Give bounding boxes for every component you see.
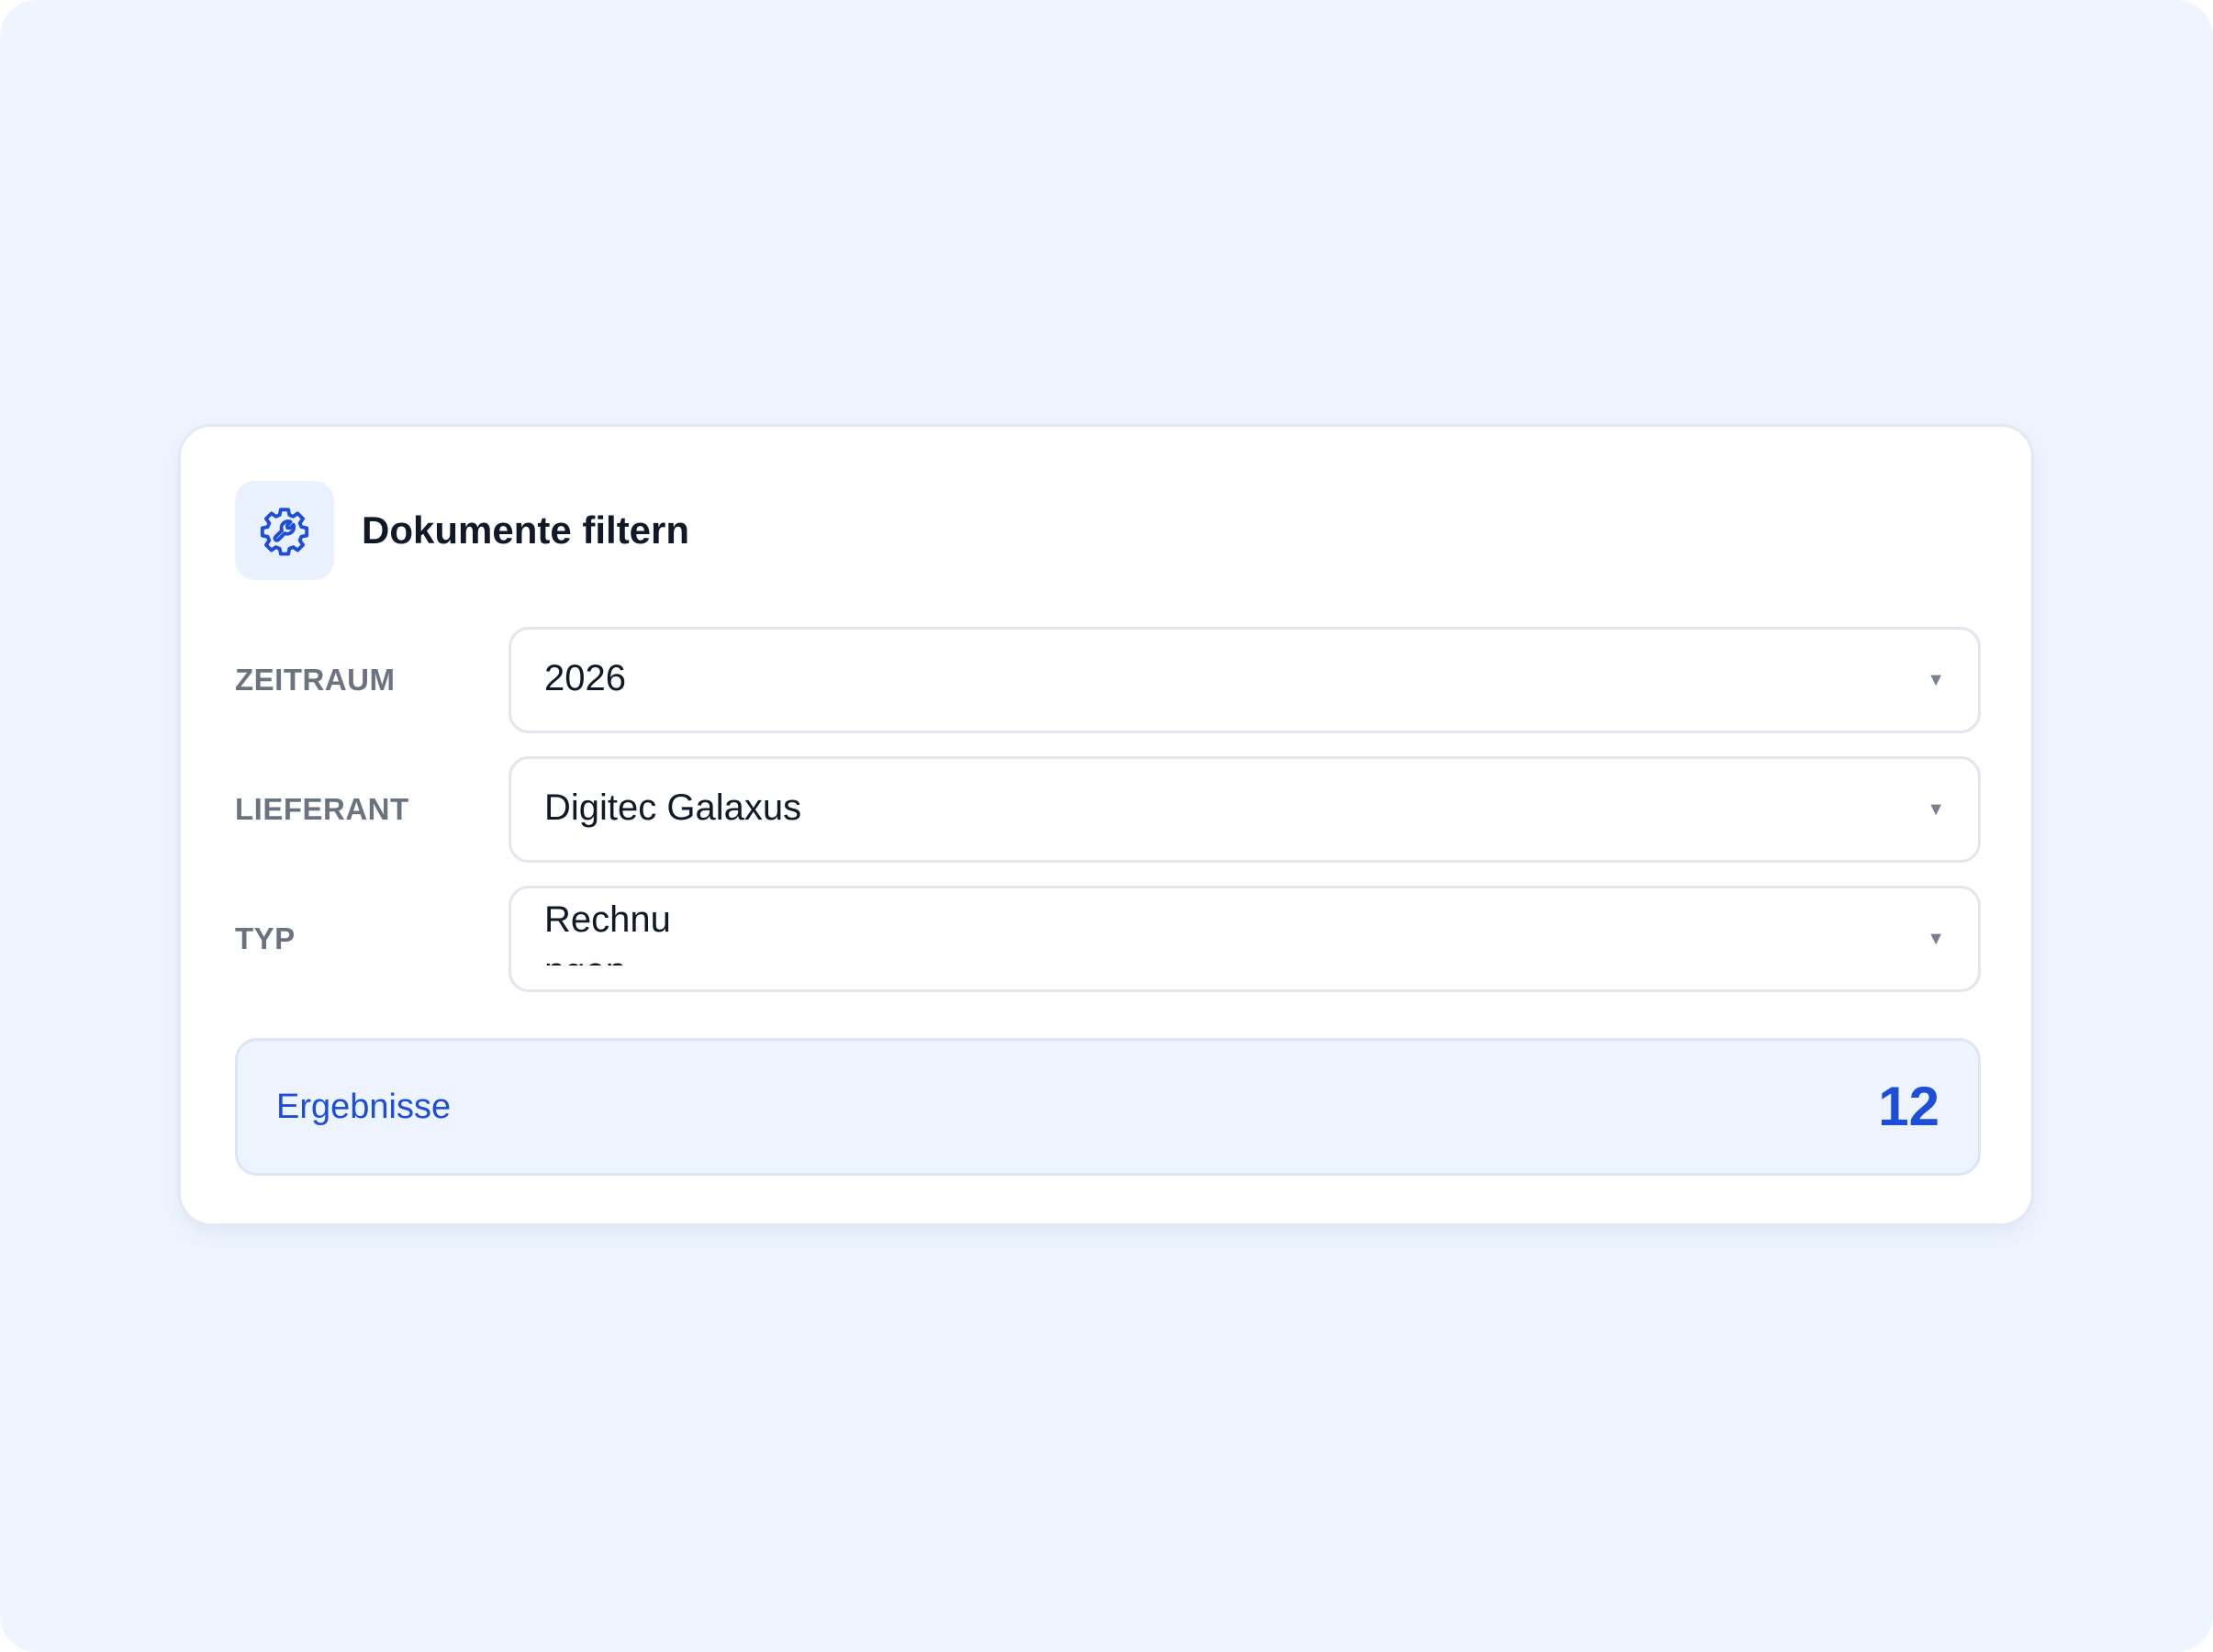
typ-value: Rechnungen [544,899,671,966]
chevron-down-icon: ▼ [1927,799,1945,820]
zeitraum-label: ZEITRAUM [235,663,396,697]
results-label: Ergebnisse [276,1088,452,1126]
lieferant-label: LIEFERANT [235,792,409,826]
filter-panel: Dokumente filtern ZEITRAUM 2026 ▼ LIEFER… [178,424,2034,1226]
filter-row-zeitraum: ZEITRAUM 2026 ▼ [235,627,1981,733]
app-background: Dokumente filtern ZEITRAUM 2026 ▼ LIEFER… [0,0,2213,1652]
typ-select[interactable]: Rechnungen ▼ [509,886,1981,992]
results-summary: Ergebnisse 12 [235,1038,1981,1176]
zeitraum-select[interactable]: 2026 ▼ [509,627,1981,733]
panel-header: Dokumente filtern [235,481,689,580]
lieferant-select[interactable]: Digitec Galaxus ▼ [509,756,1981,863]
chevron-down-icon: ▼ [1927,670,1945,690]
typ-label: TYP [235,921,296,955]
settings-gear-icon [235,481,334,580]
zeitraum-value: 2026 [544,658,626,698]
lieferant-value: Digitec Galaxus [544,787,802,828]
results-count: 12 [1878,1076,1939,1137]
chevron-down-icon: ▼ [1927,929,1945,949]
panel-title: Dokumente filtern [362,508,690,552]
filter-row-lieferant: LIEFERANT Digitec Galaxus ▼ [235,756,1981,863]
filter-row-typ: TYP Rechnungen ▼ [235,886,1981,992]
